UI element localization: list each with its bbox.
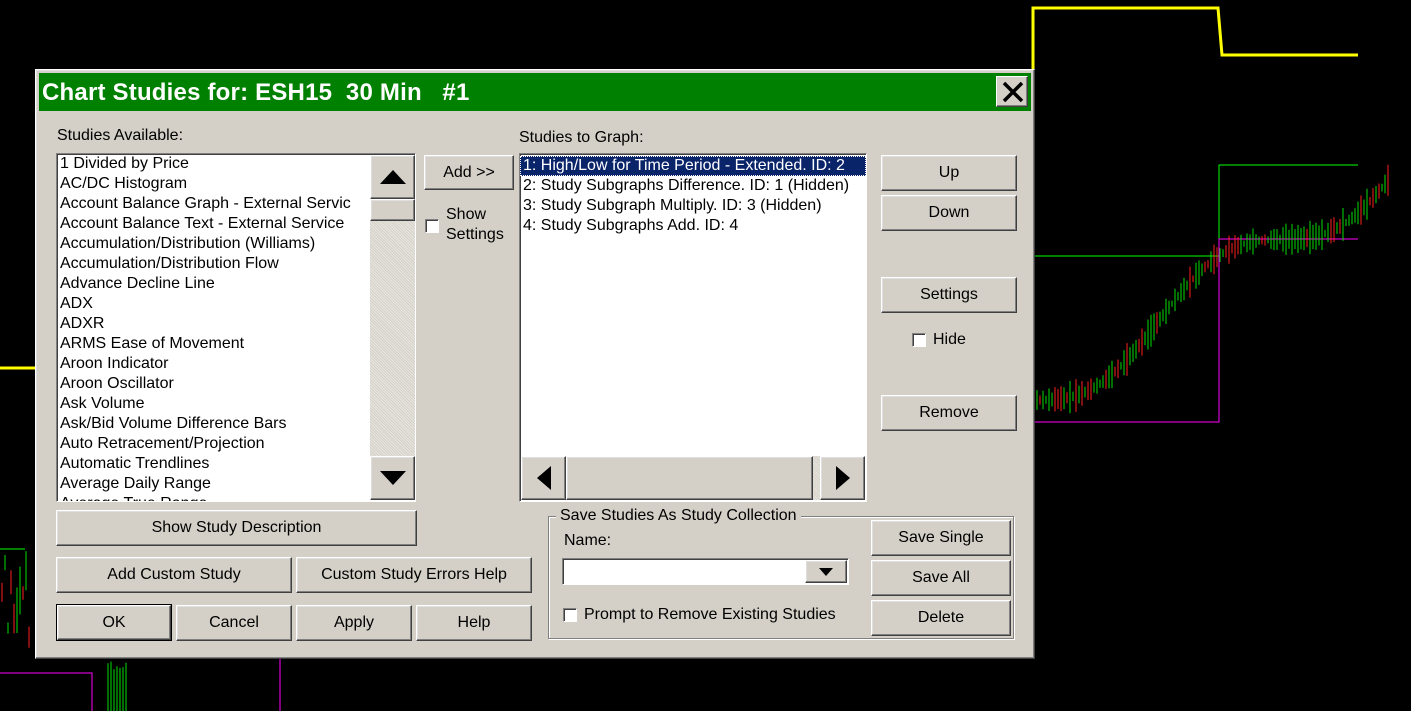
show-settings-label-line2: Settings xyxy=(446,226,504,243)
available-study-item[interactable]: Ask Volume xyxy=(57,394,369,414)
available-study-item[interactable]: Advance Decline Line xyxy=(57,274,369,294)
graph-study-item[interactable]: 2: Study Subgraphs Difference. ID: 1 (Hi… xyxy=(520,176,866,196)
available-study-item[interactable]: ADXR xyxy=(57,314,369,334)
remove-button[interactable]: Remove xyxy=(881,395,1017,431)
available-study-item[interactable]: ARMS Ease of Movement xyxy=(57,334,369,354)
scroll-up-button[interactable] xyxy=(370,155,415,199)
delete-button[interactable]: Delete xyxy=(871,600,1011,636)
chart-studies-dialog: Chart Studies for: ESH15 30 Min #1 Studi… xyxy=(35,69,1035,659)
triangle-up-icon xyxy=(379,170,406,184)
triangle-left-icon xyxy=(536,466,551,490)
scroll-thumb[interactable] xyxy=(370,199,415,221)
studies-to-graph-label: Studies to Graph: xyxy=(519,129,644,146)
prompt-remove-checkbox[interactable] xyxy=(563,608,577,622)
show-settings-label-line1: Show xyxy=(446,206,487,223)
close-button[interactable] xyxy=(996,76,1028,107)
available-study-item[interactable]: Account Balance Text - External Service xyxy=(57,214,369,234)
down-button[interactable]: Down xyxy=(881,195,1017,231)
graph-study-item[interactable]: 1: High/Low for Time Period - Extended. … xyxy=(520,156,866,176)
studies-available-list[interactable]: 1 Divided by Price AC/DC Histogram Account… xyxy=(56,153,416,502)
chevron-down-icon xyxy=(819,567,833,576)
close-icon xyxy=(1002,81,1024,103)
study-collection-group-label: Save Studies As Study Collection xyxy=(556,507,801,525)
collection-name-combo[interactable] xyxy=(562,558,849,585)
scroll-down-button[interactable] xyxy=(370,456,415,500)
available-study-item[interactable]: ADX xyxy=(57,294,369,314)
add-button[interactable]: Add >> xyxy=(424,155,514,190)
available-study-item[interactable]: 1 Divided by Price xyxy=(57,154,369,174)
ok-button[interactable]: OK xyxy=(56,604,172,641)
add-custom-study-button[interactable]: Add Custom Study xyxy=(56,557,292,593)
name-label: Name: xyxy=(564,532,612,549)
show-settings-checkbox[interactable] xyxy=(425,219,439,233)
hide-checkbox[interactable] xyxy=(912,333,926,347)
available-study-item[interactable]: AC/DC Histogram xyxy=(57,174,369,194)
dialog-title: Chart Studies for: ESH15 30 Min #1 xyxy=(42,79,470,106)
help-button[interactable]: Help xyxy=(416,605,532,641)
apply-button[interactable]: Apply xyxy=(296,605,412,641)
scroll-left-button[interactable] xyxy=(521,456,566,500)
save-all-button[interactable]: Save All xyxy=(871,560,1011,596)
available-study-item[interactable]: Accumulation/Distribution (Williams) xyxy=(57,234,369,254)
triangle-down-icon xyxy=(379,471,406,485)
custom-study-errors-help-button[interactable]: Custom Study Errors Help xyxy=(296,557,532,593)
available-study-item[interactable]: Ask/Bid Volume Difference Bars xyxy=(57,414,369,434)
available-study-item[interactable]: Average Daily Range xyxy=(57,474,369,494)
available-study-item[interactable]: Average True Range xyxy=(57,494,369,501)
graph-study-item[interactable]: 4: Study Subgraphs Add. ID: 4 xyxy=(520,216,866,236)
title-bar[interactable]: Chart Studies for: ESH15 30 Min #1 xyxy=(39,73,1031,111)
available-study-item[interactable]: Aroon Oscillator xyxy=(57,374,369,394)
hscroll-thumb[interactable] xyxy=(566,456,813,500)
hide-label: Hide xyxy=(933,331,966,348)
studies-to-graph-list[interactable]: 1: High/Low for Time Period - Extended. … xyxy=(519,153,867,502)
available-study-item[interactable]: Account Balance Graph - External Servic xyxy=(57,194,369,214)
triangle-right-icon xyxy=(835,466,850,490)
up-button[interactable]: Up xyxy=(881,155,1017,191)
studies-available-label: Studies Available: xyxy=(57,127,184,144)
scroll-right-button[interactable] xyxy=(820,456,865,500)
available-study-item[interactable]: Aroon Indicator xyxy=(57,354,369,374)
cancel-button[interactable]: Cancel xyxy=(176,605,292,641)
save-single-button[interactable]: Save Single xyxy=(871,520,1011,556)
available-study-item[interactable]: Accumulation/Distribution Flow xyxy=(57,254,369,274)
show-study-description-button[interactable]: Show Study Description xyxy=(56,510,417,546)
available-study-item[interactable]: Automatic Trendlines xyxy=(57,454,369,474)
available-study-item[interactable]: Auto Retracement/Projection xyxy=(57,434,369,454)
prompt-remove-label: Prompt to Remove Existing Studies xyxy=(584,606,836,623)
combo-dropdown-button[interactable] xyxy=(805,560,847,583)
settings-button[interactable]: Settings xyxy=(881,277,1017,313)
graph-study-item[interactable]: 3: Study Subgraph Multiply. ID: 3 (Hidde… xyxy=(520,196,866,216)
